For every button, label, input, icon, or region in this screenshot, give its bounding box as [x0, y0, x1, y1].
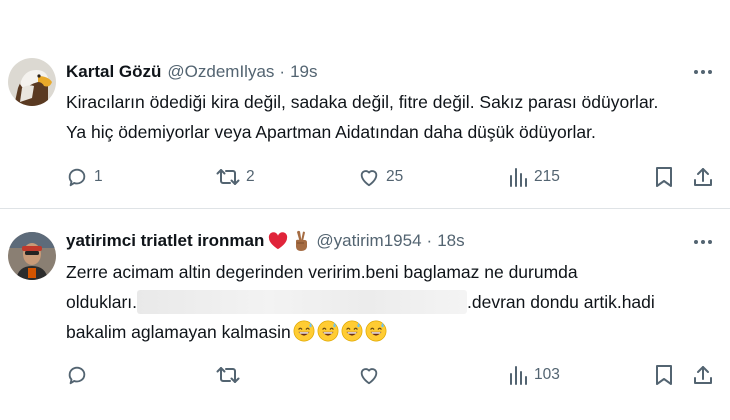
action-bar: 103 — [66, 362, 716, 388]
tweet-2[interactable]: yatirimci triatlet ironman @yatirim1954 … — [0, 209, 730, 420]
more-icon[interactable] — [692, 61, 714, 83]
bookmark-icon — [656, 167, 672, 187]
tweet-text-fragment: oldukları. — [66, 292, 138, 312]
grinning-sweat-icon — [365, 320, 387, 342]
timestamp[interactable]: 19s — [290, 62, 317, 82]
repost-icon — [216, 367, 240, 383]
tweet-text-line: bakalim aglamayan kalmasin — [66, 317, 536, 347]
views-count: 103 — [534, 366, 560, 383]
separator-dot: · — [279, 62, 286, 81]
share-icon — [694, 366, 712, 384]
user-handle[interactable]: @OzdemIlyas — [167, 62, 274, 82]
views-icon — [510, 168, 527, 187]
timestamp[interactable]: 18s — [437, 231, 464, 251]
bookmark-button[interactable] — [654, 362, 674, 388]
tweet-text-fragment: .devran dondu artik.hadi — [467, 292, 655, 312]
tweet-text-line: Zerre acimam altin degerinden veririm.be… — [66, 262, 578, 282]
tweet-1[interactable]: Kartal Gözü @OzdemIlyas · 19s Kiracıları… — [0, 0, 730, 208]
reply-icon — [68, 366, 86, 385]
display-name[interactable]: Kartal Gözü — [66, 62, 161, 82]
tweet-text-line: Ya hiç ödemiyorlar veya Apartman Aidatın… — [66, 122, 596, 142]
reply-button[interactable]: 1 — [66, 164, 103, 190]
share-button[interactable] — [692, 164, 714, 190]
emoji-group — [291, 320, 387, 342]
grinning-sweat-icon — [293, 320, 315, 342]
avatar-eagle[interactable] — [8, 58, 56, 106]
display-name[interactable]: yatirimci triatlet ironman — [66, 231, 264, 251]
red-heart-icon — [268, 232, 288, 250]
victory-hand-icon — [292, 230, 310, 252]
reply-button[interactable] — [66, 362, 94, 388]
tweet-header: yatirimci triatlet ironman @yatirim1954 … — [66, 229, 465, 253]
views-count: 215 — [534, 168, 560, 185]
repost-count: 2 — [246, 168, 255, 185]
action-bar: 1 2 25 215 — [66, 164, 716, 190]
tweet-text-line: oldukları. .devran dondu artik.hadi — [66, 287, 655, 317]
user-handle[interactable]: @yatirim1954 — [316, 231, 421, 251]
views-button[interactable]: 215 — [508, 164, 560, 190]
share-button[interactable] — [692, 362, 714, 388]
like-button[interactable] — [358, 362, 386, 388]
reply-icon — [68, 168, 86, 187]
like-count: 25 — [386, 168, 404, 185]
tweet-text-fragment: bakalim aglamayan kalmasin — [66, 322, 291, 342]
repost-button[interactable]: 2 — [216, 164, 255, 190]
views-icon — [510, 366, 527, 385]
bookmark-icon — [656, 365, 672, 385]
share-icon — [694, 168, 712, 186]
repost-button[interactable] — [216, 362, 246, 388]
tweet-header: Kartal Gözü @OzdemIlyas · 19s — [66, 60, 318, 84]
avatar-ironman[interactable] — [8, 232, 56, 280]
repost-icon — [216, 169, 240, 185]
tweet-text: Zerre acimam altin degerinden veririm.be… — [66, 257, 655, 347]
like-button[interactable]: 25 — [358, 164, 403, 190]
tweet-text: Kiracıların ödediği kira değil, sadaka d… — [66, 87, 716, 147]
views-button[interactable]: 103 — [508, 362, 560, 388]
blurred-redaction — [137, 289, 468, 314]
bookmark-button[interactable] — [654, 164, 674, 190]
more-icon[interactable] — [692, 231, 714, 253]
reply-count: 1 — [94, 168, 103, 185]
grinning-sweat-icon — [341, 320, 363, 342]
tweet-text-line: Kiracıların ödediği kira değil, sadaka d… — [66, 92, 659, 112]
separator-dot: · — [426, 231, 433, 250]
grinning-sweat-icon — [317, 320, 339, 342]
like-icon — [360, 368, 378, 385]
like-icon — [360, 170, 378, 187]
